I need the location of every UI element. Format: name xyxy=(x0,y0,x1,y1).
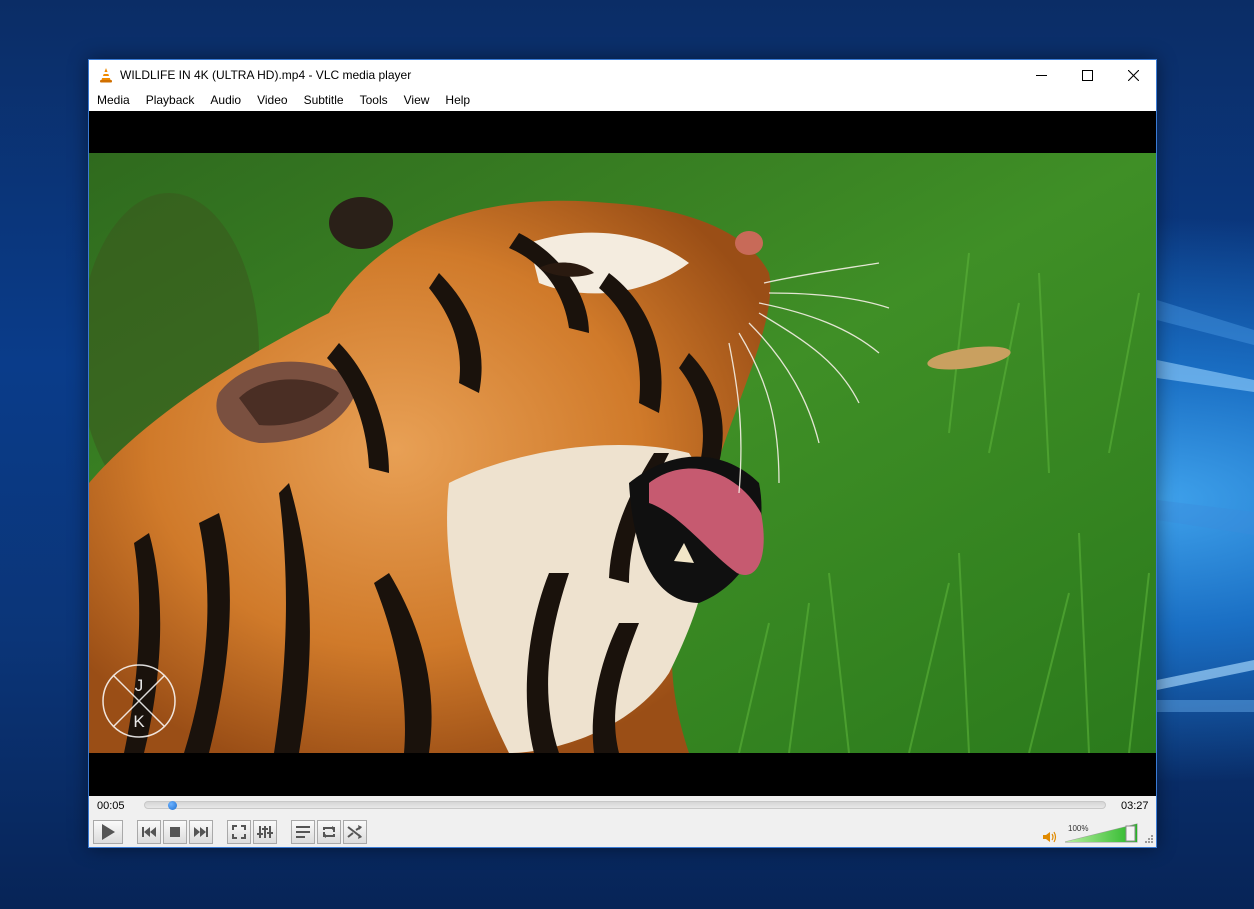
stop-icon xyxy=(170,827,180,837)
next-icon xyxy=(194,827,208,837)
close-button[interactable] xyxy=(1110,60,1156,90)
total-time: 03:27 xyxy=(1121,800,1149,812)
volume-slider[interactable] xyxy=(1065,823,1138,843)
seek-bar[interactable] xyxy=(144,801,1106,810)
menu-bar: Media Playback Audio Video Subtitle Tool… xyxy=(89,90,1156,111)
seek-handle[interactable] xyxy=(168,801,177,810)
resize-grip-icon[interactable] xyxy=(1145,835,1154,844)
previous-icon xyxy=(142,827,156,837)
minimize-icon xyxy=(1035,74,1047,76)
minimize-button[interactable] xyxy=(1018,60,1064,90)
video-frame-tiger: J K xyxy=(89,153,1156,753)
vlc-cone-icon xyxy=(100,68,112,83)
menu-tools[interactable]: Tools xyxy=(352,90,396,111)
shuffle-icon xyxy=(347,825,362,839)
speaker-icon[interactable] xyxy=(1043,831,1057,843)
menu-video[interactable]: Video xyxy=(249,90,295,111)
stop-button[interactable] xyxy=(163,820,187,844)
title-bar[interactable]: WILDLIFE IN 4K (ULTRA HD).mp4 - VLC medi… xyxy=(89,60,1156,90)
maximize-icon xyxy=(1081,69,1093,81)
elapsed-time: 00:05 xyxy=(97,800,125,812)
menu-view[interactable]: View xyxy=(396,90,438,111)
extended-settings-button[interactable] xyxy=(253,820,277,844)
video-display[interactable]: J K xyxy=(89,111,1156,796)
menu-audio[interactable]: Audio xyxy=(202,90,249,111)
loop-icon xyxy=(323,826,335,838)
loop-button[interactable] xyxy=(317,820,341,844)
previous-button[interactable] xyxy=(137,820,161,844)
play-button[interactable] xyxy=(93,820,123,844)
volume-handle xyxy=(1125,825,1136,842)
fullscreen-icon xyxy=(232,825,246,839)
playlist-button[interactable] xyxy=(291,820,315,844)
menu-subtitle[interactable]: Subtitle xyxy=(296,90,352,111)
menu-playback[interactable]: Playback xyxy=(138,90,203,111)
fullscreen-button[interactable] xyxy=(227,820,251,844)
playlist-icon xyxy=(296,826,310,838)
play-icon xyxy=(102,824,115,840)
watermark-letter-j: J xyxy=(135,676,144,695)
control-panel: 00:05 03:27 100% xyxy=(89,796,1156,847)
maximize-button[interactable] xyxy=(1064,60,1110,90)
window-title: WILDLIFE IN 4K (ULTRA HD).mp4 - VLC medi… xyxy=(120,68,412,82)
close-icon xyxy=(1127,69,1139,81)
vlc-window: WILDLIFE IN 4K (ULTRA HD).mp4 - VLC medi… xyxy=(88,59,1157,848)
next-button[interactable] xyxy=(189,820,213,844)
extended-settings-icon xyxy=(257,826,273,838)
shuffle-button[interactable] xyxy=(343,820,367,844)
watermark-letter-k: K xyxy=(133,712,145,731)
menu-media[interactable]: Media xyxy=(89,90,138,111)
menu-help[interactable]: Help xyxy=(437,90,478,111)
